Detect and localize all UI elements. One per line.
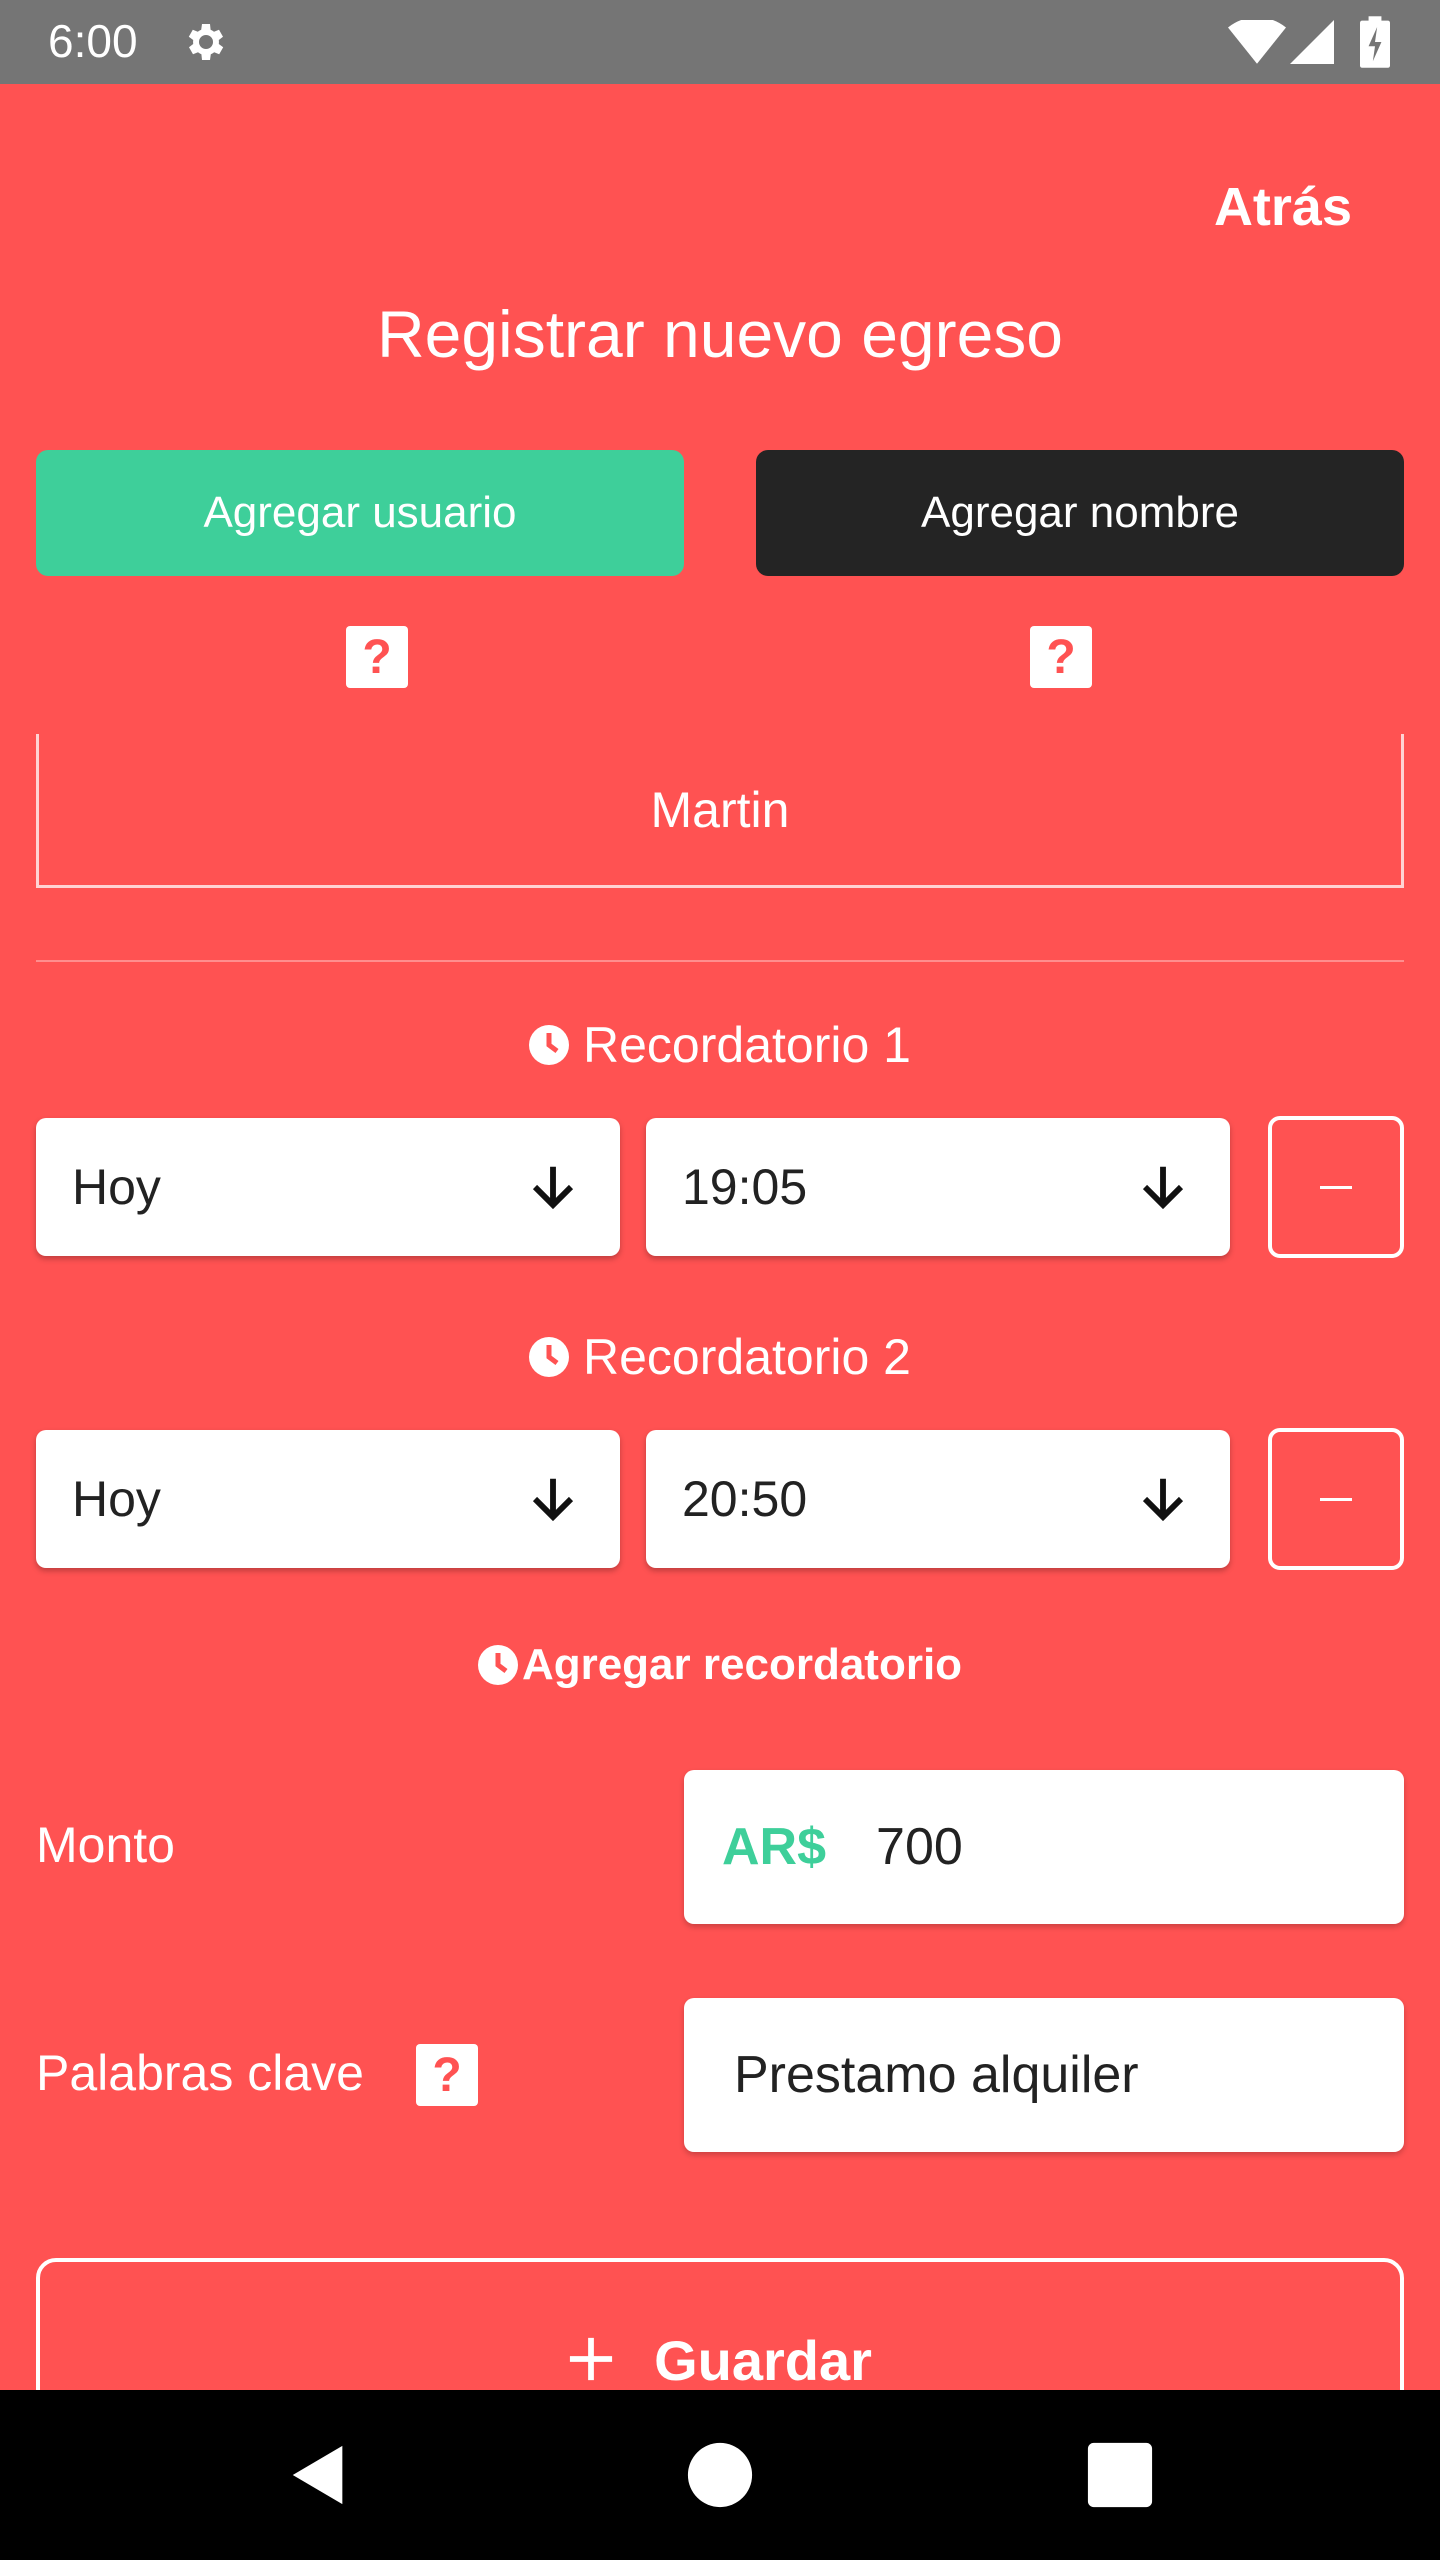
gear-icon	[188, 24, 224, 60]
reminder-1-time-value: 19:05	[682, 1159, 808, 1215]
reminder-2-time-value: 20:50	[682, 1471, 808, 1527]
amount-label: Monto	[36, 1817, 175, 1873]
arrow-down-icon	[1142, 1478, 1184, 1522]
plus-icon	[569, 2337, 613, 2381]
reminder-1-day-value: Hoy	[72, 1159, 161, 1215]
reminder-1-day-select[interactable]: Hoy	[36, 1118, 620, 1256]
amount-input[interactable]: AR$ 700	[684, 1770, 1404, 1924]
minus-icon	[1320, 1185, 1352, 1189]
reminder-2-title: Recordatorio 2	[583, 1329, 911, 1385]
reminder-2-day-value: Hoy	[72, 1471, 161, 1527]
arrow-down-icon	[1142, 1166, 1184, 1210]
arrow-down-icon	[532, 1166, 574, 1210]
clock-icon	[529, 1025, 570, 1065]
clock-icon	[477, 1645, 518, 1685]
wifi-icon	[1228, 20, 1286, 64]
expense-form-screen: Atrás Registrar nuevo egreso Agregar usu…	[0, 84, 1440, 2390]
currency-label: AR$	[722, 1818, 827, 1876]
keywords-input[interactable]: Prestamo alquiler	[684, 1998, 1404, 2152]
reminder-2-time-select[interactable]: 20:50	[646, 1430, 1230, 1568]
help-add-name-icon[interactable]: ?	[1030, 626, 1092, 688]
reminder-2-label: Recordatorio 2	[0, 1328, 1440, 1386]
minus-icon	[1320, 1497, 1352, 1501]
recents-square-icon[interactable]	[1085, 2440, 1155, 2510]
remove-reminder-2-button[interactable]	[1268, 1428, 1404, 1570]
battery-charging-icon	[1360, 16, 1390, 68]
reminder-1-time-select[interactable]: 19:05	[646, 1118, 1230, 1256]
keywords-value: Prestamo alquiler	[734, 2046, 1139, 2104]
remove-reminder-1-button[interactable]	[1268, 1116, 1404, 1258]
status-bar: 6:00	[0, 0, 1440, 84]
add-reminder-label: Agregar recordatorio	[521, 1640, 963, 1689]
add-name-button[interactable]: Agregar nombre	[756, 450, 1404, 576]
add-reminder-button[interactable]: Agregar recordatorio	[0, 1640, 1440, 1690]
divider	[36, 960, 1404, 962]
add-user-button[interactable]: Agregar usuario	[36, 450, 684, 576]
home-circle-icon[interactable]	[685, 2440, 755, 2510]
arrow-down-icon	[532, 1478, 574, 1522]
back-link[interactable]: Atrás	[1214, 176, 1352, 238]
help-add-user-icon[interactable]: ?	[346, 626, 408, 688]
keywords-label: Palabras clave	[36, 2045, 364, 2101]
status-time: 6:00	[48, 15, 138, 67]
page-title: Registrar nuevo egreso	[376, 297, 1064, 371]
system-nav-bar	[0, 2390, 1440, 2560]
save-label: Guardar	[654, 2329, 872, 2390]
amount-value: 700	[876, 1818, 963, 1876]
clock-icon	[529, 1337, 570, 1377]
back-triangle-icon[interactable]	[284, 2440, 354, 2510]
cell-signal-icon	[1290, 20, 1334, 64]
reminder-1-title: Recordatorio 1	[583, 1017, 911, 1073]
name-field[interactable]: Martin	[36, 734, 1404, 888]
reminder-2-day-select[interactable]: Hoy	[36, 1430, 620, 1568]
reminder-1-label: Recordatorio 1	[0, 1016, 1440, 1074]
save-button[interactable]: Guardar	[36, 2258, 1404, 2390]
help-keywords-icon[interactable]: ?	[416, 2044, 478, 2106]
